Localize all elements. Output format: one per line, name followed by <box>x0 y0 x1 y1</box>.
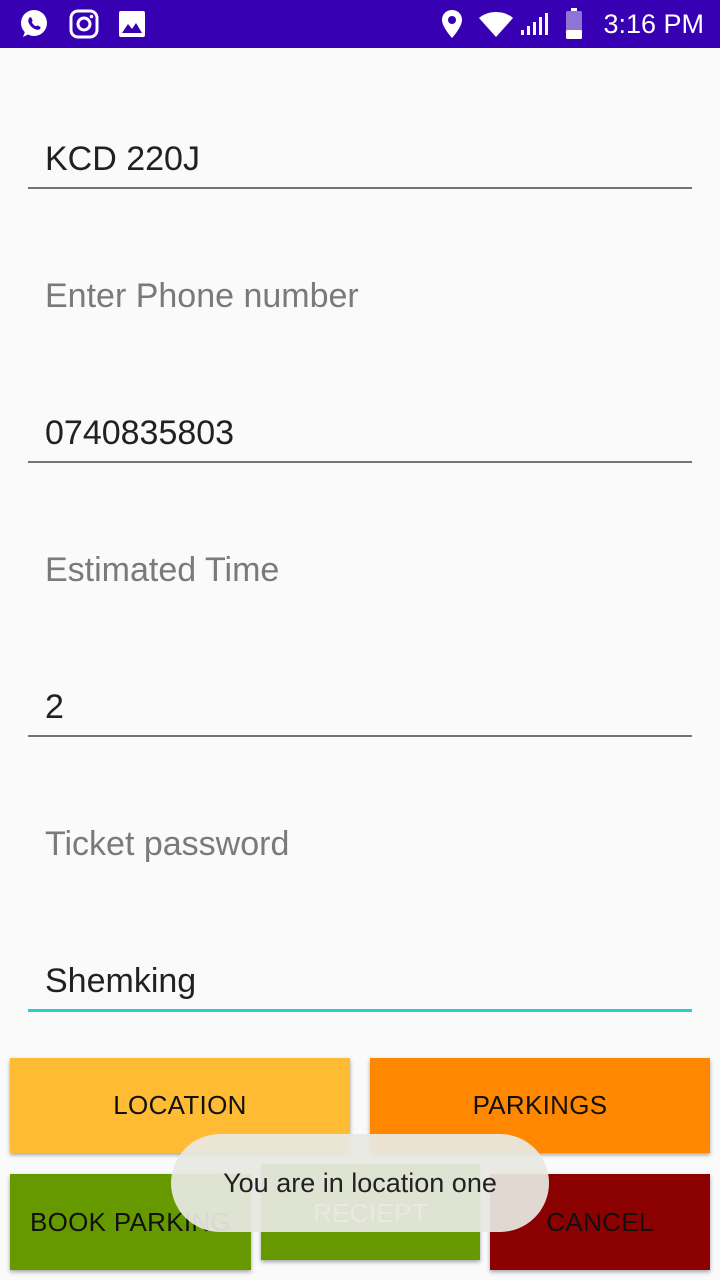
phone-number-input[interactable] <box>28 461 692 463</box>
estimated-time-input[interactable] <box>28 735 692 737</box>
wifi-icon <box>478 8 514 40</box>
estimated-time-value: 2 <box>45 688 64 726</box>
signal-icon <box>518 8 552 40</box>
whatsapp-icon <box>18 8 50 40</box>
ticket-password-label: Ticket password <box>45 825 290 863</box>
phone-label: Enter Phone number <box>45 277 359 315</box>
ticket-password-input[interactable] <box>28 1009 692 1012</box>
status-bar: 3:16 PM <box>0 0 720 48</box>
phone-number-value: 0740835803 <box>45 414 235 452</box>
battery-icon <box>560 8 588 40</box>
status-time: 3:16 PM <box>603 9 704 39</box>
estimated-time-label: Estimated Time <box>45 551 280 589</box>
ticket-password-value: Shemking <box>45 962 197 1000</box>
vehicle-number-value: KCD 220J <box>45 140 200 178</box>
vehicle-number-input[interactable] <box>28 187 692 189</box>
gallery-icon <box>116 8 148 40</box>
instagram-icon <box>68 8 100 40</box>
toast-message: You are in location one <box>171 1134 549 1232</box>
location-pin-icon <box>436 8 468 40</box>
